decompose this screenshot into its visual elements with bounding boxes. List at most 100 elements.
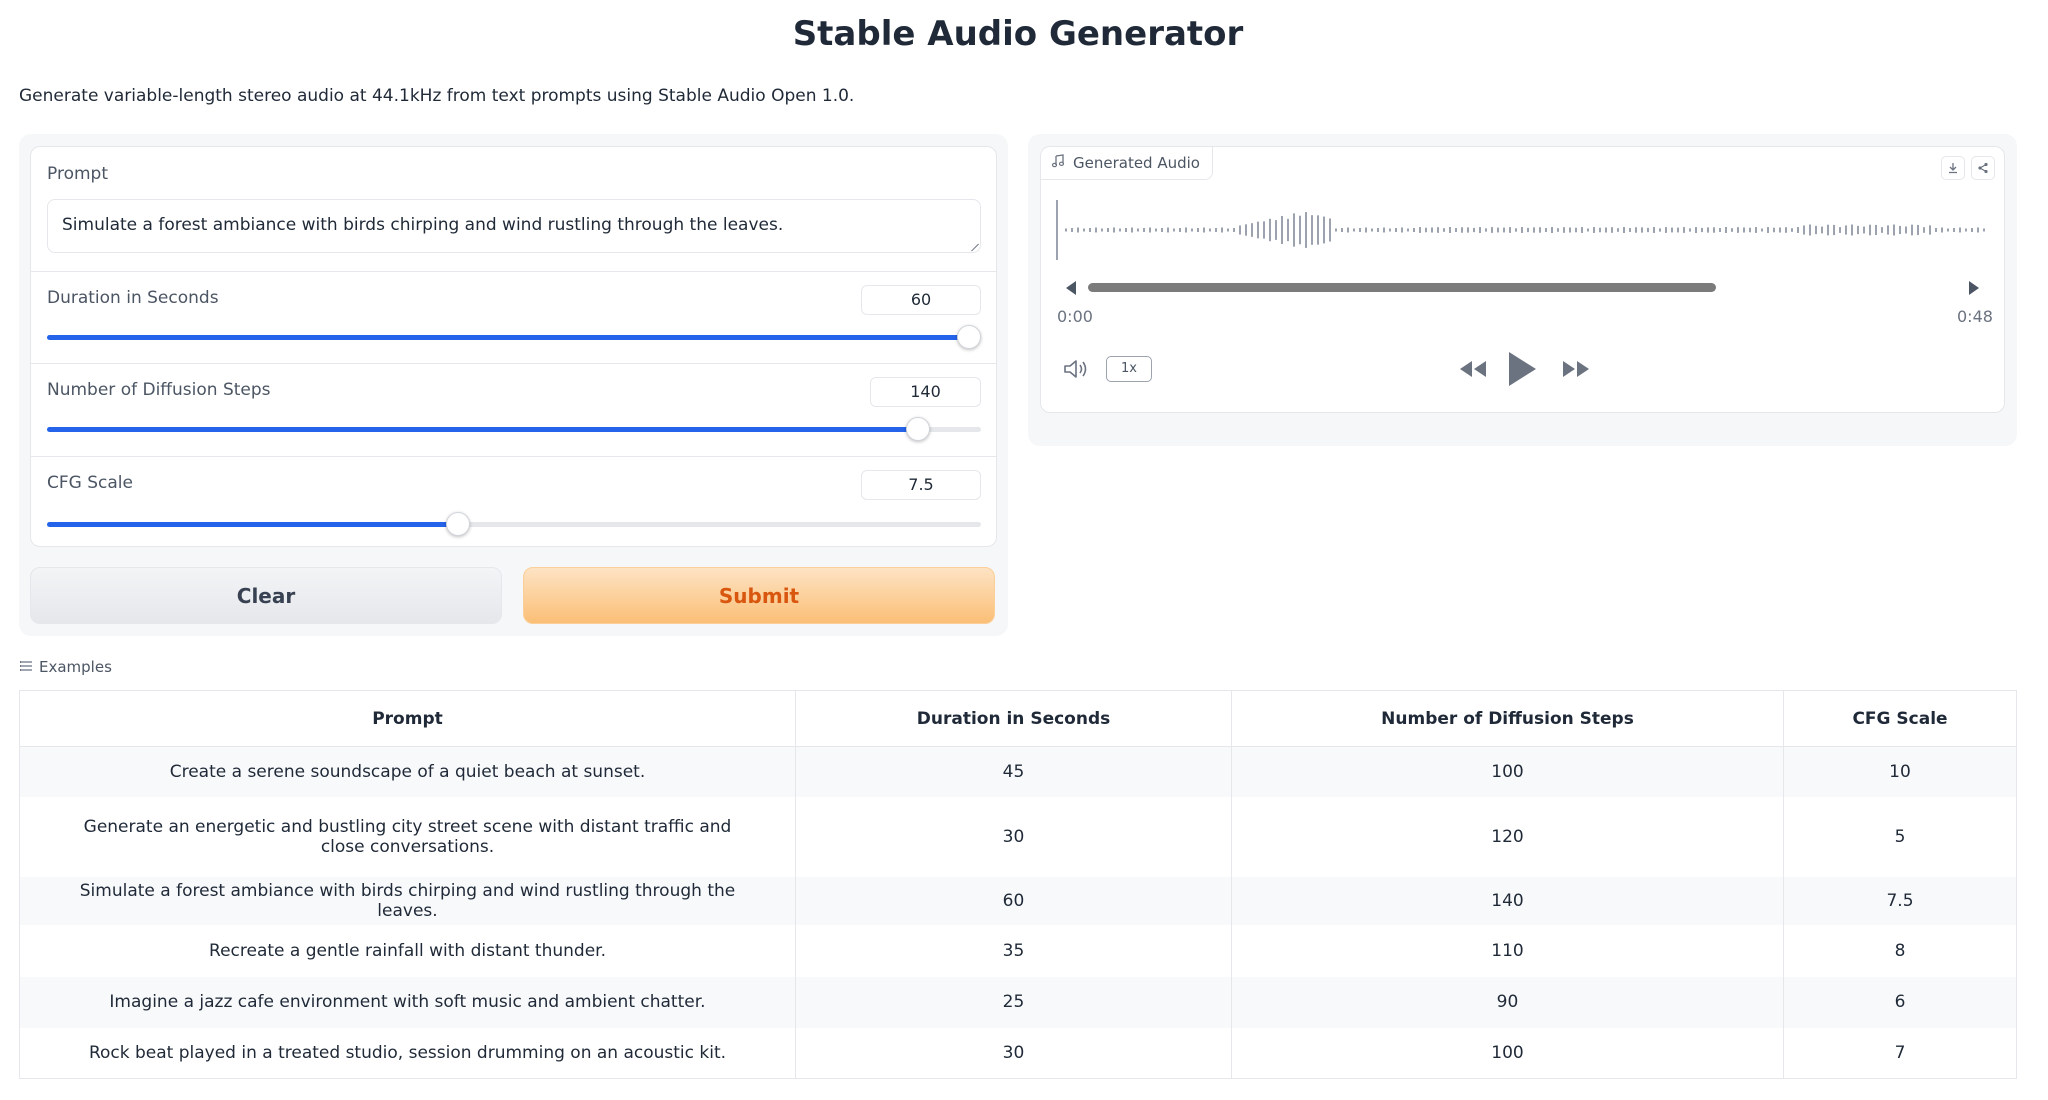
waveform-bar bbox=[1065, 228, 1067, 232]
duration-number-input[interactable]: 60 bbox=[861, 285, 981, 315]
fast-forward-icon[interactable] bbox=[1560, 358, 1592, 384]
prompt-textarea[interactable]: Simulate a forest ambiance with birds ch… bbox=[47, 199, 981, 253]
waveform-bar bbox=[1377, 228, 1379, 232]
cfg-number-input[interactable]: 7.5 bbox=[861, 470, 981, 500]
waveform-bar bbox=[1167, 227, 1169, 233]
waveform-bar bbox=[1431, 227, 1433, 233]
cell-prompt: Generate an energetic and bustling city … bbox=[19, 796, 796, 877]
waveform-bar bbox=[1425, 227, 1427, 233]
waveform-bar bbox=[1935, 228, 1937, 232]
waveform-bar bbox=[1839, 227, 1841, 233]
waveform-bar bbox=[1749, 227, 1751, 233]
waveform-bar bbox=[1503, 227, 1505, 233]
waveform-bar bbox=[1443, 228, 1445, 232]
output-panel: Generated Audio 0:00 0:48 1x bbox=[1028, 134, 2017, 446]
waveform-bar bbox=[1575, 227, 1577, 233]
waveform-bar bbox=[1269, 218, 1271, 242]
waveform-bar bbox=[1929, 225, 1931, 235]
cell-duration: 35 bbox=[795, 924, 1232, 977]
cell-steps: 100 bbox=[1231, 1027, 1784, 1079]
cell-duration: 25 bbox=[795, 976, 1232, 1028]
waveform-bar bbox=[1653, 227, 1655, 233]
duration-block: Duration in Seconds 60 bbox=[31, 272, 996, 363]
steps-slider-thumb[interactable] bbox=[906, 417, 931, 441]
cell-cfg: 6 bbox=[1783, 976, 2017, 1028]
waveform[interactable] bbox=[1053, 195, 1993, 265]
waveform-bar bbox=[1647, 227, 1649, 233]
volume-icon[interactable] bbox=[1062, 357, 1092, 385]
waveform-bar bbox=[1071, 228, 1073, 232]
playback-speed-button[interactable]: 1x bbox=[1106, 356, 1152, 382]
waveform-bar bbox=[1287, 218, 1289, 242]
page-description: Generate variable-length stereo audio at… bbox=[19, 86, 855, 106]
waveform-bar bbox=[1173, 228, 1175, 232]
table-row[interactable]: Recreate a gentle rainfall with distant … bbox=[19, 924, 2017, 977]
waveform-bar bbox=[1809, 224, 1811, 236]
waveform-bar bbox=[1569, 227, 1571, 233]
duration-slider[interactable] bbox=[47, 325, 981, 349]
cell-cfg: 5 bbox=[1894, 826, 1906, 847]
waveform-bar bbox=[1827, 224, 1829, 236]
clear-button[interactable]: Clear bbox=[30, 567, 502, 624]
waveform-bar bbox=[1191, 228, 1193, 232]
waveform-bar bbox=[1863, 226, 1865, 234]
music-note-icon bbox=[1051, 154, 1065, 172]
waveform-bar bbox=[1737, 227, 1739, 233]
waveform-bar bbox=[1497, 227, 1499, 233]
progress-bar[interactable] bbox=[1088, 283, 1716, 292]
waveform-bar bbox=[1887, 225, 1889, 235]
column-header-duration: Duration in Seconds bbox=[795, 690, 1232, 747]
waveform-bar bbox=[1077, 227, 1079, 233]
waveform-bar bbox=[1527, 227, 1529, 233]
seek-forward-arrow-icon[interactable] bbox=[1969, 281, 1979, 295]
waveform-bar bbox=[1185, 227, 1187, 233]
waveform-bar bbox=[1959, 227, 1961, 233]
waveform-bar bbox=[1965, 228, 1967, 232]
waveform-bar bbox=[1299, 215, 1301, 245]
table-row[interactable]: Create a serene soundscape of a quiet be… bbox=[19, 746, 2017, 797]
waveform-bar bbox=[1923, 227, 1925, 233]
steps-number-input[interactable]: 140 bbox=[870, 377, 981, 407]
waveform-bar bbox=[1257, 221, 1259, 239]
cfg-slider-thumb[interactable] bbox=[445, 512, 470, 536]
table-row[interactable]: Imagine a jazz cafe environment with sof… bbox=[19, 976, 2017, 1028]
waveform-bar bbox=[1707, 227, 1709, 233]
download-icon[interactable] bbox=[1941, 156, 1965, 180]
cfg-label: CFG Scale bbox=[47, 473, 133, 493]
waveform-bar bbox=[1359, 228, 1361, 232]
waveform-bar bbox=[1317, 215, 1319, 245]
cell-prompt: Recreate a gentle rainfall with distant … bbox=[19, 924, 796, 977]
waveform-bar bbox=[1251, 223, 1253, 237]
table-row[interactable]: Generate an energetic and bustling city … bbox=[19, 796, 2017, 877]
share-icon[interactable] bbox=[1971, 156, 1995, 180]
duration-slider-thumb[interactable] bbox=[956, 325, 981, 349]
play-icon[interactable] bbox=[1506, 350, 1538, 392]
waveform-bar bbox=[1689, 228, 1691, 232]
steps-slider[interactable] bbox=[47, 417, 981, 441]
waveform-bar bbox=[1587, 228, 1589, 232]
cell-duration: 60 bbox=[795, 876, 1232, 925]
cell-cfg: 10 bbox=[1783, 746, 2017, 797]
table-row[interactable]: Simulate a forest ambiance with birds ch… bbox=[19, 876, 2017, 925]
waveform-bar bbox=[1275, 220, 1277, 240]
cfg-block: CFG Scale 7.5 bbox=[31, 457, 996, 546]
cell-duration: 30 bbox=[795, 796, 1232, 877]
table-row[interactable]: Rock beat played in a treated studio, se… bbox=[19, 1027, 2017, 1079]
waveform-bar bbox=[1383, 227, 1385, 233]
seek-back-arrow-icon[interactable] bbox=[1066, 281, 1076, 295]
prompt-text: Simulate a forest ambiance with birds ch… bbox=[62, 215, 784, 235]
waveform-bar bbox=[1797, 227, 1799, 233]
cell-prompt: Imagine a jazz cafe environment with sof… bbox=[19, 976, 796, 1028]
waveform-bar bbox=[1599, 227, 1601, 233]
audio-player: Generated Audio 0:00 0:48 1x bbox=[1040, 146, 2005, 413]
waveform-bar bbox=[1605, 227, 1607, 233]
cfg-slider[interactable] bbox=[47, 512, 981, 536]
waveform-bar bbox=[1701, 227, 1703, 233]
resize-handle-icon[interactable] bbox=[964, 236, 979, 252]
waveform-bar bbox=[1833, 224, 1835, 236]
waveform-bar bbox=[1137, 228, 1139, 232]
rewind-icon[interactable] bbox=[1457, 358, 1489, 384]
waveform-bar bbox=[1227, 228, 1229, 232]
submit-button[interactable]: Submit bbox=[523, 567, 995, 624]
cell-duration: 30 bbox=[795, 1027, 1232, 1079]
